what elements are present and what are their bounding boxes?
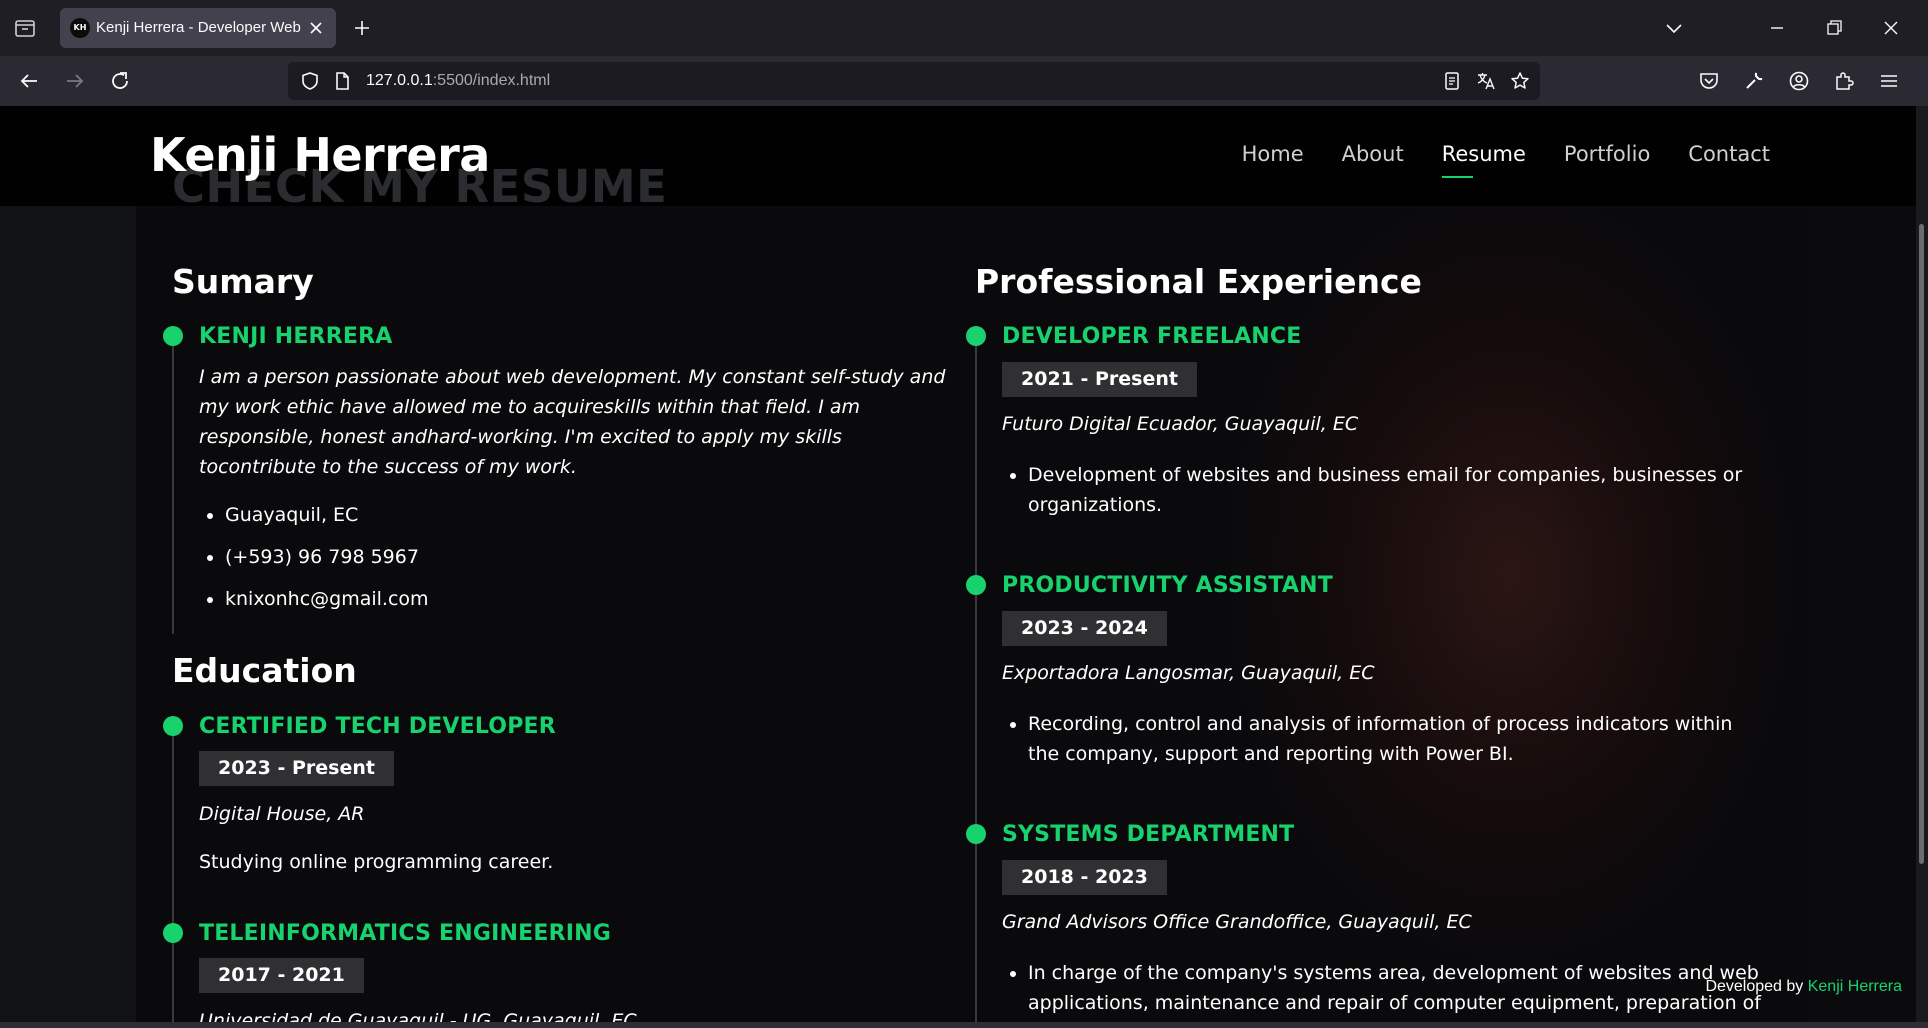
experience-bullet: In charge of the company's systems area,… — [1028, 958, 1798, 1018]
account-icon[interactable] — [1786, 68, 1812, 94]
education-item-title: TELEINFORMATICS ENGINEERING — [199, 921, 611, 946]
nav-about[interactable]: About — [1342, 142, 1404, 166]
experience-place: Grand Advisors Office Grandoffice, Guaya… — [1002, 911, 1472, 933]
address-bar[interactable]: 127.0.0.1:5500/index.html — [288, 62, 1540, 100]
browser-toolbar: 127.0.0.1:5500/index.html — [0, 56, 1928, 106]
timeline-dot — [966, 326, 986, 346]
close-window-icon[interactable] — [1877, 14, 1905, 42]
background-panel-left — [0, 206, 136, 1022]
summary-heading: Sumary — [172, 262, 314, 301]
back-arrow-icon[interactable] — [16, 68, 42, 94]
experience-place: Exportadora Langosmar, Guayaquil, EC — [1002, 662, 1375, 684]
experience-bullet: Development of websites and business ema… — [1028, 460, 1768, 520]
close-tab-icon[interactable] — [304, 16, 328, 40]
education-item-title: CERTIFIED TECH DEVELOPER — [199, 714, 556, 739]
nav-portfolio[interactable]: Portfolio — [1564, 142, 1650, 166]
summary-text: I am a person passionate about web devel… — [199, 366, 946, 478]
page-viewport: CHECK MY RESUME Kenji Herrera Home About… — [0, 106, 1916, 1022]
education-place: Digital House, AR — [199, 803, 365, 825]
browser-tab-active[interactable]: KH Kenji Herrera - Developer Web — [60, 8, 336, 48]
footer-credit-prefix: Developed by — [1705, 978, 1808, 995]
page-scrollbar[interactable] — [1916, 106, 1928, 1022]
url-text: 127.0.0.1:5500/index.html — [366, 72, 550, 90]
experience-item-title: DEVELOPER FREELANCE — [1002, 324, 1302, 349]
main-nav: Home About Resume Portfolio Contact — [1242, 142, 1770, 178]
summary-contact-list: Guayaquil, EC (+593) 96 798 5967 knixonh… — [199, 500, 945, 626]
experience-years-badge: 2021 - Present — [1002, 362, 1197, 397]
new-tab-plus-icon[interactable] — [348, 14, 376, 42]
translate-icon[interactable] — [1474, 69, 1498, 93]
timeline-dot — [966, 824, 986, 844]
browser-tabbar: KH Kenji Herrera - Developer Web — [0, 0, 1928, 56]
site-favicon-icon: KH — [70, 18, 90, 38]
timeline-dot — [163, 923, 183, 943]
education-description: Studying online programming career. — [199, 851, 554, 873]
experience-bullets: Development of websites and business ema… — [1002, 460, 1768, 532]
timeline-dot — [163, 326, 183, 346]
pocket-icon[interactable] — [1696, 68, 1722, 94]
experience-bullets: Recording, control and analysis of infor… — [1002, 709, 1768, 781]
url-host: 127.0.0.1 — [366, 72, 433, 89]
experience-years-badge: 2018 - 2023 — [1002, 860, 1167, 895]
experience-bullet: Recording, control and analysis of infor… — [1028, 709, 1768, 769]
contact-location: Guayaquil, EC — [225, 500, 945, 530]
education-timeline-line — [172, 728, 174, 1022]
minimize-window-icon[interactable] — [1763, 14, 1791, 42]
experience-bullets: In charge of the company's systems area,… — [1002, 958, 1798, 1022]
nav-home[interactable]: Home — [1242, 142, 1304, 166]
reload-icon[interactable] — [107, 68, 133, 94]
timeline-dot — [966, 575, 986, 595]
background-panel-right — [1808, 206, 1916, 1022]
list-all-tabs-chevron-icon[interactable] — [1660, 14, 1688, 42]
page-info-icon[interactable] — [330, 69, 354, 93]
wrench-tools-icon[interactable] — [1741, 68, 1767, 94]
experience-item-title: PRODUCTIVITY ASSISTANT — [1002, 573, 1333, 598]
education-heading: Education — [172, 651, 357, 690]
summary-name: KENJI HERRERA — [199, 324, 393, 349]
url-path: :5500/index.html — [432, 72, 551, 89]
experience-place: Futuro Digital Ecuador, Guayaquil, EC — [1002, 413, 1359, 435]
experience-item-title: SYSTEMS DEPARTMENT — [1002, 822, 1295, 847]
tab-title: Kenji Herrera - Developer Web — [96, 19, 301, 36]
forward-arrow-icon[interactable] — [62, 68, 88, 94]
bookmark-star-icon[interactable] — [1508, 69, 1532, 93]
window-bottom-edge — [0, 1022, 1928, 1028]
app-menu-hamburger-icon[interactable] — [1876, 68, 1902, 94]
experience-heading: Professional Experience — [975, 262, 1422, 301]
footer-credit: Developed by Kenji Herrera — [1705, 978, 1902, 996]
nav-resume[interactable]: Resume — [1441, 142, 1526, 178]
restore-window-icon[interactable] — [1820, 14, 1848, 42]
shield-icon[interactable] — [298, 69, 322, 93]
tab-list-icon[interactable] — [12, 16, 38, 40]
reader-view-icon[interactable] — [1440, 69, 1464, 93]
timeline-dot — [163, 716, 183, 736]
scrollbar-thumb[interactable] — [1919, 224, 1924, 864]
nav-contact[interactable]: Contact — [1688, 142, 1770, 166]
summary-timeline-line — [172, 340, 174, 634]
education-place: Universidad de Guayaquil - UG, Guayaquil… — [199, 1010, 637, 1022]
contact-phone: (+593) 96 798 5967 — [225, 542, 945, 572]
footer-author-link[interactable]: Kenji Herrera — [1808, 978, 1902, 995]
site-logo[interactable]: Kenji Herrera — [150, 128, 490, 182]
education-years-badge: 2017 - 2021 — [199, 958, 364, 993]
education-years-badge: 2023 - Present — [199, 751, 394, 786]
experience-timeline-line — [975, 340, 977, 1022]
contact-email: knixonhc@gmail.com — [225, 584, 945, 614]
extensions-puzzle-icon[interactable] — [1831, 68, 1857, 94]
experience-years-badge: 2023 - 2024 — [1002, 611, 1167, 646]
